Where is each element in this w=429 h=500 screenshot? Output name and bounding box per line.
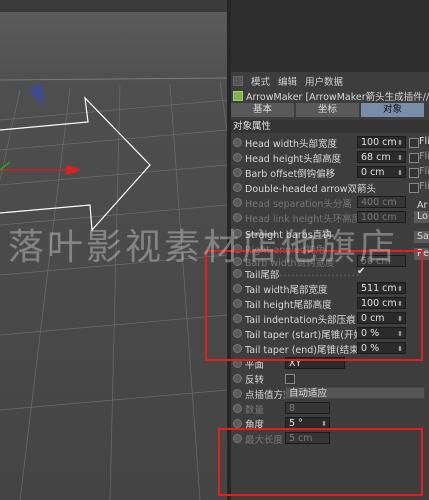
fli-label-1: Fli [419, 136, 429, 147]
param-label: Head height头部高度 [245, 153, 342, 165]
interpolation-dropdown[interactable]: 自动适应 [285, 387, 425, 399]
fli-label-3: Fli [419, 166, 429, 177]
side-button-sa[interactable]: Sa [414, 231, 429, 243]
field-value: 100 cm [361, 137, 397, 148]
field-value: 68 cm [361, 152, 391, 163]
viewport[interactable] [0, 0, 227, 500]
side-button-lo[interactable]: Lo [414, 211, 429, 223]
param-label: 反转 [245, 374, 265, 386]
fli-checkbox-4[interactable] [409, 183, 419, 193]
param-anim-dot[interactable] [233, 153, 242, 162]
field-value: 100 cm [361, 212, 397, 223]
head-height-field[interactable]: 68 cm ⬍ [357, 151, 406, 163]
param-anim-dot[interactable] [233, 419, 242, 428]
param-label: 数量 [245, 404, 265, 416]
object-title-bar: ArrowMaker [ArrowMaker箭头生成插件//bird4 [231, 89, 429, 102]
param-reverse: 反转 [231, 371, 429, 386]
field-value: 400 cm [361, 197, 397, 208]
param-label: Barb offset倒钩偏移 [245, 168, 336, 180]
panel-top-area [231, 0, 429, 72]
param-anim-dot[interactable] [233, 229, 242, 238]
menu-user-data[interactable]: 用户数据 [305, 74, 343, 88]
axis-gizmo [0, 161, 82, 175]
highlight-frame-bottom [218, 428, 423, 496]
fli-label-2: Fli [419, 151, 429, 162]
param-count: 数量 [231, 401, 429, 416]
param-label: Double-headed arrow双箭头 [245, 183, 377, 195]
fli-checkbox-3[interactable] [409, 168, 419, 178]
param-label: Head separation头分离 [245, 198, 352, 210]
attributes-menubar: 模式 编辑 用户数据 [231, 74, 429, 88]
head-link-height-field[interactable]: 100 cm [357, 211, 406, 223]
object-title: ArrowMaker [ArrowMaker箭头生成插件//bird4 [246, 91, 429, 103]
param-label: Head link height头环高度 [245, 213, 361, 225]
param-label: Head width头部宽度 [245, 138, 338, 150]
attribute-tabs: 基本 坐标 对象 [231, 103, 429, 118]
section-object-properties: 对象属性 [231, 120, 429, 133]
param-anim-dot[interactable] [233, 198, 242, 207]
param-anim-dot[interactable] [233, 404, 242, 413]
fli-checkbox-2[interactable] [409, 153, 419, 163]
param-anim-dot[interactable] [233, 213, 242, 222]
param-anim-dot[interactable] [233, 183, 242, 192]
fli-checkbox-1[interactable] [409, 138, 419, 148]
param-label: Straight barbs直钩 [245, 229, 332, 241]
menu-mode[interactable]: 模式 [251, 74, 270, 88]
param-anim-dot[interactable] [233, 168, 242, 177]
tab-object[interactable]: 对象 [361, 103, 424, 117]
plugin-object-icon [233, 90, 243, 101]
head-width-field[interactable]: 100 cm ⬍ [357, 136, 406, 148]
field-value: 8 [289, 403, 296, 414]
grip-icon[interactable] [233, 76, 243, 86]
tab-coord[interactable]: 坐标 [296, 103, 359, 117]
axis-gizmo-blue [28, 84, 44, 105]
viewport-canvas[interactable] [0, 0, 227, 500]
highlight-frame-tail [205, 250, 423, 361]
menu-edit[interactable]: 编辑 [278, 74, 297, 88]
field-value: 0 cm [361, 167, 385, 178]
count-field[interactable]: 8 [285, 402, 330, 414]
stepper-icon[interactable]: ⬍ [397, 137, 403, 149]
screen: 模式 编辑 用户数据 ArrowMaker [ArrowMaker箭头生成插件/… [0, 0, 429, 500]
param-straight-barbs: Straight barbs直钩 [231, 226, 429, 241]
head-separation-field[interactable]: 400 cm [357, 196, 406, 208]
stepper-icon[interactable]: ⬍ [397, 167, 403, 179]
field-value: 自动适应 [289, 388, 328, 399]
fli-label-4: Fli [419, 181, 429, 192]
side-label-ar: Ar [417, 200, 428, 211]
reverse-checkbox[interactable] [285, 374, 295, 384]
param-anim-dot[interactable] [233, 389, 242, 398]
barb-offset-field[interactable]: 0 cm ⬍ [357, 166, 406, 178]
stepper-icon[interactable]: ⬍ [397, 152, 403, 164]
tab-basic[interactable]: 基本 [231, 103, 294, 117]
param-anim-dot[interactable] [233, 138, 242, 147]
param-anim-dot[interactable] [233, 374, 242, 383]
param-double-headed: Double-headed arrow双箭头 [231, 180, 429, 195]
